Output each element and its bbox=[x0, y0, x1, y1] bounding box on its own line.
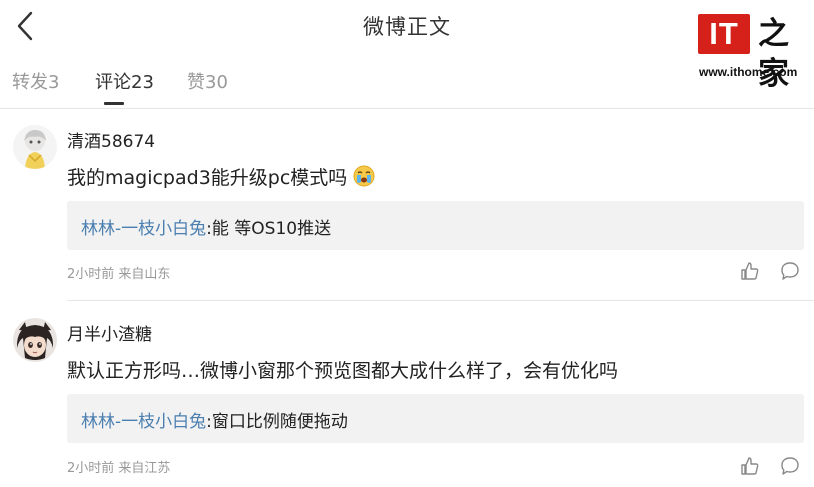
reply-author[interactable]: 林林-一枝小白兔 bbox=[81, 412, 206, 432]
reply-box[interactable]: 林林-一枝小白兔:能 等OS10推送 bbox=[67, 201, 804, 250]
reply-text: 能 等OS10推送 bbox=[211, 219, 332, 239]
comment-username[interactable]: 月半小渣糖 bbox=[67, 320, 152, 345]
avatar[interactable] bbox=[13, 318, 57, 362]
tab-reposts[interactable]: 转发3 bbox=[12, 68, 59, 94]
comment-meta: 2小时前 来自江苏 bbox=[67, 461, 171, 476]
avatar[interactable] bbox=[13, 125, 57, 169]
thumbs-up-icon bbox=[741, 457, 759, 475]
comment-divider bbox=[67, 300, 814, 301]
reply-button[interactable] bbox=[779, 260, 801, 282]
like-button[interactable] bbox=[739, 455, 761, 477]
comment-text: 我的magicpad3能升级pc模式吗 bbox=[67, 163, 375, 190]
like-button[interactable] bbox=[739, 260, 761, 282]
top-bar: 微博正文 bbox=[0, 0, 814, 52]
tab-bar: 转发3 评论23 赞30 bbox=[0, 62, 814, 108]
logo-it-block: IT bbox=[698, 14, 750, 54]
reply-author[interactable]: 林林-一枝小白兔 bbox=[81, 219, 206, 239]
reply-line: 林林-一枝小白兔:能 等OS10推送 bbox=[81, 214, 331, 239]
thumbs-up-icon bbox=[741, 262, 759, 280]
avatar-image bbox=[13, 318, 57, 362]
page-title: 微博正文 bbox=[363, 15, 451, 39]
tab-likes[interactable]: 赞30 bbox=[187, 68, 228, 94]
active-tab-indicator bbox=[104, 102, 124, 105]
comment-username[interactable]: 清酒58674 bbox=[67, 127, 155, 152]
comment-text-body: 我的magicpad3能升级pc模式吗 bbox=[67, 167, 348, 189]
comment-text: 默认正方形吗…微博小窗那个预览图都大成什么样了，会有优化吗 bbox=[67, 360, 619, 382]
tab-comments[interactable]: 评论23 bbox=[95, 68, 154, 94]
comment-bubble-icon bbox=[781, 262, 799, 280]
reply-line: 林林-一枝小白兔:窗口比例随便拖动 bbox=[81, 407, 348, 432]
comment-bubble-icon bbox=[781, 457, 799, 475]
cry-face-icon bbox=[353, 165, 375, 187]
reply-button[interactable] bbox=[779, 455, 801, 477]
reply-text: 窗口比例随便拖动 bbox=[211, 412, 348, 432]
comment-meta: 2小时前 来自山东 bbox=[67, 267, 171, 282]
logo-mark: IT bbox=[709, 16, 739, 51]
tabs-divider bbox=[0, 108, 814, 109]
reply-box[interactable]: 林林-一枝小白兔:窗口比例随便拖动 bbox=[67, 394, 804, 443]
avatar-image bbox=[13, 125, 57, 169]
